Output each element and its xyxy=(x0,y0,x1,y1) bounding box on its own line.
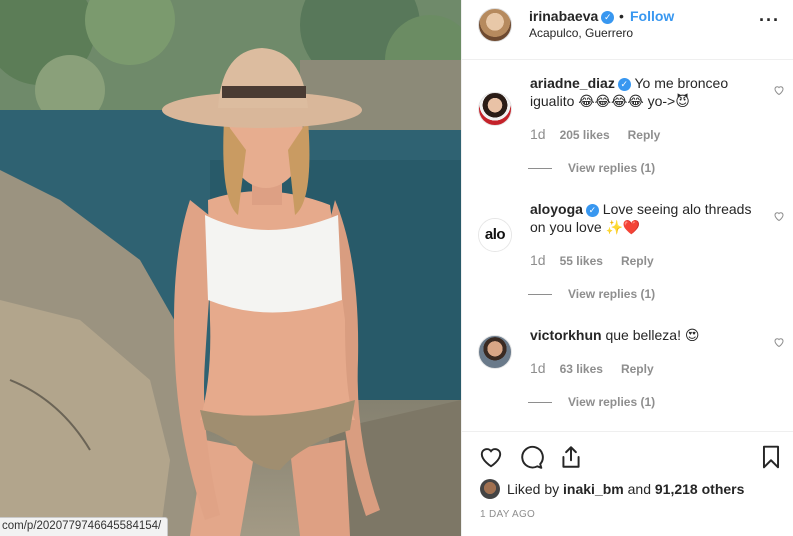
comment-meta: 1d 205 likes Reply xyxy=(530,126,660,142)
verified-badge-icon: ✓ xyxy=(617,78,631,91)
post-header: irinabaeva ✓ • Follow Acapulco, Guerrero … xyxy=(462,0,793,60)
reply-button[interactable]: Reply xyxy=(621,362,654,376)
comment-time[interactable]: 1d xyxy=(530,252,546,268)
view-replies-label[interactable]: View replies (1) xyxy=(568,161,655,175)
view-replies-label[interactable]: View replies (1) xyxy=(568,287,655,301)
commenter-username[interactable]: aloyoga xyxy=(530,201,583,217)
verified-badge-icon: ✓ xyxy=(585,204,599,217)
share-icon[interactable] xyxy=(558,444,584,470)
liker-avatar[interactable] xyxy=(480,479,500,499)
follow-button[interactable]: Follow xyxy=(630,8,674,24)
like-comment-heart-icon[interactable] xyxy=(773,210,785,222)
post-photo[interactable]: com/p/2020779746645584154/ xyxy=(0,0,461,536)
commenter-avatar[interactable] xyxy=(478,335,512,369)
post-side-panel: irinabaeva ✓ • Follow Acapulco, Guerrero … xyxy=(461,0,793,536)
comment-time[interactable]: 1d xyxy=(530,360,546,376)
post-actions-bar xyxy=(462,431,793,479)
liked-by-count[interactable]: 91,218 others xyxy=(655,481,745,497)
liked-by-user[interactable]: inaki_bm xyxy=(563,481,624,497)
liked-by-prefix: Liked by xyxy=(507,481,560,497)
comment-text: ariadne_diaz ✓ Yo me bronceo igualito 😂😂😂… xyxy=(530,74,770,110)
more-options-icon[interactable]: ··· xyxy=(759,10,780,31)
alo-logo: alo xyxy=(479,219,511,251)
view-replies-line xyxy=(528,168,552,170)
view-replies-button[interactable]: View replies (1) xyxy=(528,161,655,175)
separator-dot: • xyxy=(619,8,624,24)
comment-likes[interactable]: 63 likes xyxy=(560,362,603,376)
post-timestamp[interactable]: 1 DAY AGO xyxy=(480,509,535,520)
comment-bubble-icon[interactable] xyxy=(518,444,544,470)
like-comment-heart-icon[interactable] xyxy=(773,84,785,96)
comment-text: aloyoga ✓ Love seeing alo threads on you … xyxy=(530,200,770,236)
verified-badge-icon: ✓ xyxy=(601,11,615,24)
beach-photo-illustration xyxy=(0,0,461,536)
comment-meta: 1d 63 likes Reply xyxy=(530,360,654,376)
author-username-text[interactable]: irinabaeva xyxy=(529,8,598,24)
view-replies-label[interactable]: View replies (1) xyxy=(568,395,655,409)
author-username[interactable]: irinabaeva ✓ xyxy=(529,8,615,24)
commenter-username[interactable]: victorkhun xyxy=(530,327,602,343)
view-replies-line xyxy=(528,294,552,296)
liked-by-text: Liked by inaki_bm and 91,218 others xyxy=(507,481,744,497)
post-location[interactable]: Acapulco, Guerrero xyxy=(529,26,633,40)
comment-likes[interactable]: 205 likes xyxy=(560,128,610,142)
view-replies-line xyxy=(528,402,552,404)
comment-text: victorkhun que belleza! 😍 xyxy=(530,326,770,344)
author-avatar[interactable] xyxy=(478,8,512,42)
like-comment-heart-icon[interactable] xyxy=(773,336,785,348)
like-heart-icon[interactable] xyxy=(478,444,504,470)
comment-likes[interactable]: 55 likes xyxy=(560,254,603,268)
liked-by-and: and xyxy=(627,481,651,497)
comment-body: que belleza! 😍 xyxy=(605,327,700,343)
reply-button[interactable]: Reply xyxy=(628,128,661,142)
reply-button[interactable]: Reply xyxy=(621,254,654,268)
comment-time[interactable]: 1d xyxy=(530,126,546,142)
save-bookmark-icon[interactable] xyxy=(758,444,784,470)
status-bar-url: com/p/2020779746645584154/ xyxy=(0,517,169,536)
view-replies-button[interactable]: View replies (1) xyxy=(528,395,655,409)
commenter-username[interactable]: ariadne_diaz xyxy=(530,75,615,91)
comment-meta: 1d 55 likes Reply xyxy=(530,252,654,268)
commenter-avatar[interactable] xyxy=(478,92,512,126)
view-replies-button[interactable]: View replies (1) xyxy=(528,287,655,301)
commenter-avatar[interactable]: alo xyxy=(478,218,512,252)
